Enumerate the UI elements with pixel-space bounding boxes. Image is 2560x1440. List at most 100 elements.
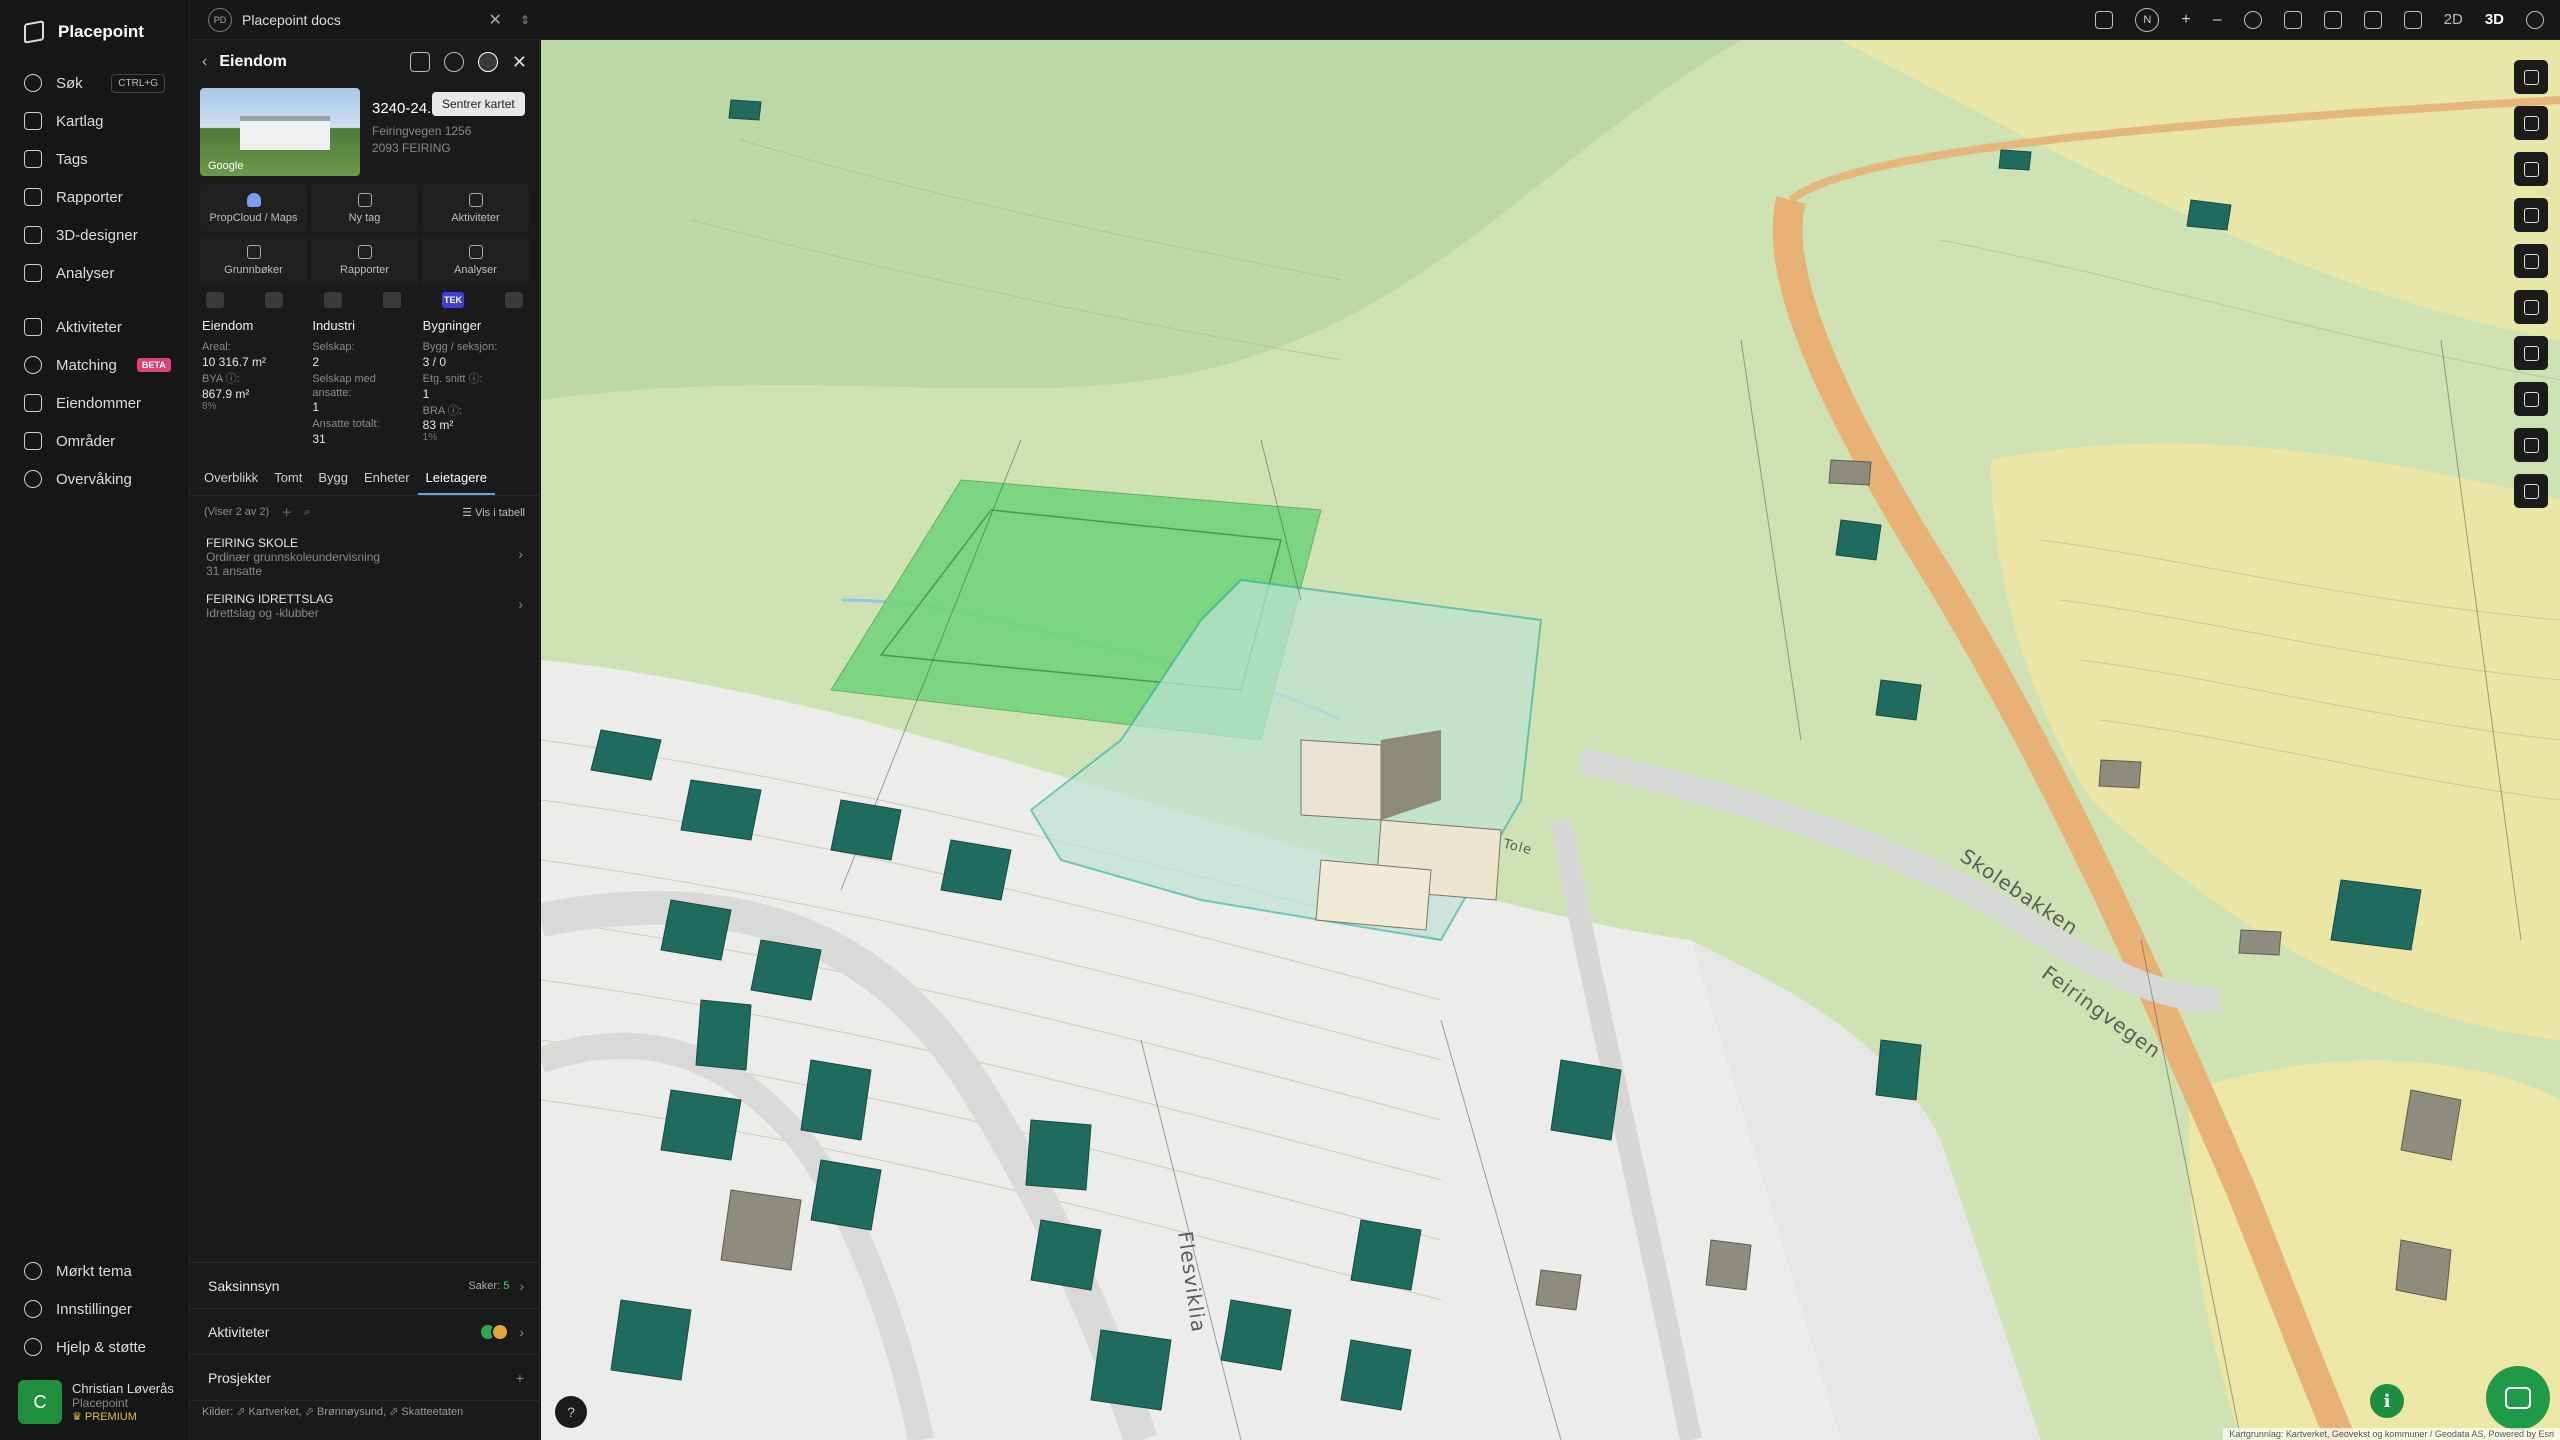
map-tool-button[interactable] [2514, 106, 2548, 140]
house[interactable] [1550, 1059, 1622, 1141]
search-icon[interactable]: ⌕ [304, 506, 310, 519]
house[interactable] [810, 1159, 882, 1231]
nav-item-overvaking[interactable]: Overvåking [0, 460, 189, 498]
nav-item-eiendommer[interactable]: Eiendommer [0, 384, 189, 422]
list-item[interactable]: FEIRING SKOLE Ordinær grunnskoleundervis… [190, 528, 539, 584]
house[interactable] [1875, 1039, 1922, 1101]
section-aktiviteter[interactable]: Aktiviteter › [190, 1308, 540, 1354]
nav-item-search[interactable]: Søk CTRL+G [0, 64, 189, 102]
tab-bygg[interactable]: Bygg [310, 460, 356, 495]
close-icon[interactable]: ✕ [512, 52, 527, 73]
map-tool-button[interactable] [2514, 60, 2548, 94]
factory-icon[interactable] [324, 292, 342, 308]
user-card[interactable]: C Christian Løverås Placepoint ♛ PREMIUM [18, 1380, 178, 1424]
house[interactable] [610, 1299, 692, 1381]
house[interactable] [1090, 1329, 1172, 1411]
nav-item-3d-designer[interactable]: 3D-designer [0, 216, 189, 254]
map-tool-button[interactable] [2514, 244, 2548, 278]
nav-item-analyser[interactable]: Analyser [0, 254, 189, 292]
globe-icon[interactable] [265, 292, 283, 308]
map-info-button[interactable]: i [2370, 1384, 2404, 1418]
map-tool-button[interactable] [2514, 290, 2548, 324]
house[interactable] [1025, 1119, 1092, 1191]
house[interactable] [2186, 199, 2232, 231]
list-item[interactable]: FEIRING IDRETTSLAG Idrettslag og -klubbe… [190, 584, 539, 626]
house[interactable] [660, 1089, 742, 1161]
building[interactable] [1705, 1239, 1752, 1291]
map-tool-button[interactable] [2514, 198, 2548, 232]
propcloud-button[interactable]: PropCloud / Maps [200, 184, 307, 232]
nav-item-help[interactable]: Hjelp & støtte [0, 1328, 190, 1366]
more-icon[interactable] [505, 292, 523, 308]
add-icon[interactable]: ＋ [281, 504, 292, 520]
camera-icon[interactable] [2323, 10, 2342, 29]
building[interactable] [2400, 1089, 2462, 1161]
nav-item-tags[interactable]: Tags [0, 140, 189, 178]
back-icon[interactable]: ‹ [202, 53, 207, 71]
house[interactable] [940, 839, 1012, 901]
zoom-in-button[interactable]: + [2181, 11, 2190, 29]
house[interactable] [2330, 879, 2422, 951]
building[interactable] [2395, 1239, 2452, 1301]
center-map-icon[interactable] [477, 52, 498, 72]
map-tool-button[interactable] [2514, 428, 2548, 462]
map-tool-button[interactable] [2514, 382, 2548, 416]
map-view[interactable]: Skolebakken Feiringvegen Flesviklia Tole… [541, 40, 2560, 1440]
house[interactable] [1030, 1219, 1102, 1291]
property-photo[interactable]: Google [200, 88, 360, 176]
tab-enheter[interactable]: Enheter [356, 460, 418, 495]
map-tool-button[interactable] [2514, 336, 2548, 370]
chat-button[interactable] [2486, 1366, 2550, 1430]
tab-overblikk[interactable]: Overblikk [196, 460, 266, 495]
activities-button[interactable]: Aktiviteter [422, 184, 529, 232]
section-prosjekter[interactable]: Prosjekter + [190, 1354, 540, 1400]
eye-icon[interactable] [443, 52, 464, 72]
nav-item-rapporter[interactable]: Rapporter [0, 178, 189, 216]
tek-button[interactable]: TEK [442, 292, 464, 308]
building[interactable] [2098, 759, 2142, 789]
nav-item-omrader[interactable]: Områder [0, 422, 189, 460]
house[interactable] [1875, 679, 1922, 721]
house[interactable] [660, 899, 732, 961]
building[interactable] [2238, 929, 2282, 956]
stats-icon[interactable] [383, 292, 401, 308]
map-tool-button[interactable] [2514, 152, 2548, 186]
section-saksinnsyn[interactable]: Saksinnsyn Saker: 5 › [190, 1262, 540, 1308]
docs-tab[interactable]: PD Placepoint docs ✕ ⇕ [190, 7, 530, 32]
add-project-button[interactable]: + [516, 1370, 524, 1386]
nav-item-settings[interactable]: Innstillinger [0, 1290, 190, 1328]
eye-icon[interactable] [2243, 10, 2262, 29]
fullscreen-icon[interactable] [2283, 10, 2302, 29]
map-help-button[interactable]: ? [555, 1396, 587, 1428]
tab-leietagere[interactable]: Leietagere [417, 460, 495, 495]
id-card-icon[interactable] [409, 52, 430, 72]
bookmark-icon[interactable] [2403, 10, 2422, 29]
school-building[interactable] [1315, 859, 1432, 931]
layers-toggle-icon[interactable] [2095, 10, 2114, 29]
house[interactable] [680, 779, 762, 841]
chevron-updown-icon[interactable]: ⇕ [520, 13, 530, 27]
nav-item-dark-theme[interactable]: Mørkt tema [0, 1252, 190, 1290]
house[interactable] [1350, 1219, 1422, 1291]
close-icon[interactable]: ✕ [489, 10, 502, 30]
map-tool-button[interactable] [2514, 474, 2548, 508]
building[interactable] [1535, 1269, 1582, 1311]
zoom-out-button[interactable]: – [2213, 11, 2222, 29]
building[interactable] [1828, 459, 1872, 486]
tab-tomt[interactable]: Tomt [266, 460, 310, 495]
mode-3d-button[interactable]: 3D [2485, 11, 2504, 28]
house[interactable] [750, 939, 822, 1001]
nav-item-kartlag[interactable]: Kartlag [0, 102, 189, 140]
map-layer-icon[interactable] [206, 292, 224, 308]
table-view-button[interactable]: ☰ Vis i tabell [462, 506, 525, 519]
house[interactable] [1340, 1339, 1412, 1411]
house[interactable] [695, 999, 752, 1071]
nav-item-matching[interactable]: Matching BETA [0, 346, 189, 384]
info-icon[interactable] [2526, 10, 2544, 29]
building[interactable] [720, 1189, 802, 1271]
house[interactable] [1998, 149, 2032, 171]
house[interactable] [830, 799, 902, 861]
mode-2d-button[interactable]: 2D [2444, 11, 2463, 28]
reports-button[interactable]: Rapporter [311, 236, 418, 284]
compass-button[interactable]: N [2135, 7, 2160, 32]
